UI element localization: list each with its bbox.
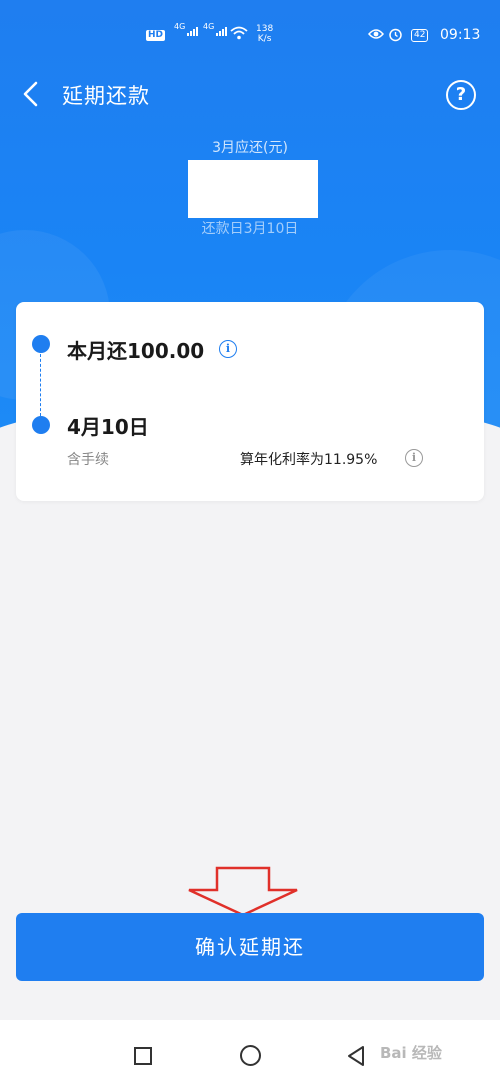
- due-amount-label: 3月应还(元): [212, 140, 288, 156]
- speed-value: 138: [256, 24, 274, 34]
- timeline-dot: [32, 416, 50, 434]
- page-title: 延期还款: [62, 84, 150, 108]
- info-icon[interactable]: i: [405, 449, 423, 467]
- eye-icon: [368, 28, 384, 40]
- network-speed: 138 K/s: [256, 24, 273, 44]
- signal-icon: 4G: [174, 22, 199, 36]
- plan-card: 本月还100.00 i 4月10日 含手续 算年化利率为11.95% i: [16, 302, 484, 501]
- clock-time: 09:13: [440, 27, 481, 43]
- alarm-icon: [388, 27, 403, 42]
- confirm-extension-button[interactable]: 确认延期还: [16, 913, 484, 981]
- redaction-box: [188, 160, 318, 218]
- info-icon[interactable]: i: [219, 340, 237, 358]
- watermark: Bai 经验: [380, 1044, 442, 1062]
- next-due-date: 4月10日: [67, 415, 149, 439]
- network-type-label: 4G: [203, 22, 215, 31]
- annual-rate-note: 算年化利率为11.95%: [240, 452, 378, 468]
- wifi-icon: [230, 26, 248, 40]
- timeline-dot: [32, 335, 50, 353]
- hd-badge: HD: [146, 30, 166, 41]
- signal-icon: 4G: [203, 22, 228, 36]
- timeline-line: [40, 354, 41, 416]
- system-nav-bar: Bai 经验: [0, 1020, 500, 1084]
- network-type-label: 4G: [174, 22, 186, 31]
- speed-unit: K/s: [257, 34, 272, 44]
- recents-icon[interactable]: [134, 1047, 152, 1065]
- status-bar: HD 4G 4G 138 K/s 42 09:13: [0, 0, 500, 60]
- battery-icon: 42: [411, 29, 429, 42]
- question-icon[interactable]: ?: [446, 80, 476, 110]
- down-arrow-annotation: [188, 866, 298, 917]
- due-date: 还款日3月10日: [201, 221, 299, 237]
- chevron-left-icon[interactable]: [18, 78, 48, 110]
- fee-note: 含手续: [67, 452, 109, 468]
- home-icon[interactable]: [240, 1045, 261, 1066]
- back-triangle-icon[interactable]: [346, 1045, 366, 1067]
- this-month-amount: 本月还100.00: [67, 339, 205, 363]
